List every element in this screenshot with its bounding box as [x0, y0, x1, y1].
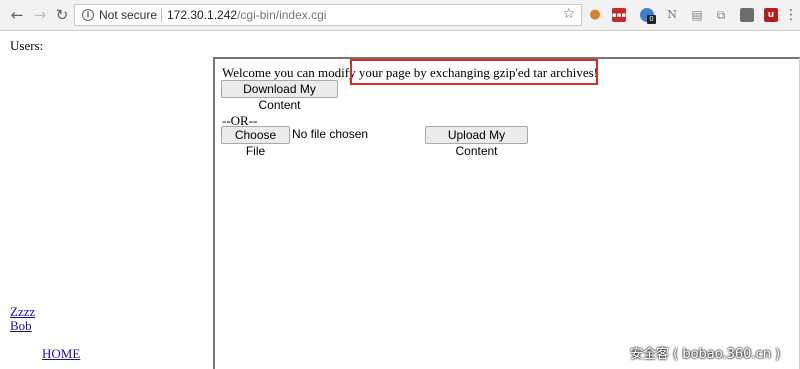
- ublock-extension-icon[interactable]: u: [764, 8, 778, 22]
- blue-extension-icon[interactable]: 0: [640, 8, 656, 24]
- download-content-button[interactable]: Download My Content: [221, 80, 338, 112]
- url-host: 172.30.1.242: [167, 8, 238, 22]
- info-icon[interactable]: i: [82, 9, 94, 21]
- user-link-bob[interactable]: Bob: [10, 318, 32, 334]
- file-status-text: No file chosen: [292, 127, 369, 141]
- browser-toolbar: ← → ↻ i Not secure 172.30.1.242/cgi-bin/…: [0, 0, 800, 31]
- watermark: 安全客 ( bobao.360.cn ): [630, 347, 781, 362]
- url-separator: [161, 8, 162, 22]
- security-label[interactable]: Not secure: [99, 8, 157, 22]
- cookie-extension-icon[interactable]: ●: [588, 8, 602, 22]
- extension-badge: 0: [647, 15, 656, 24]
- address-bar[interactable]: i Not secure 172.30.1.242/cgi-bin/index.…: [74, 4, 582, 26]
- back-icon[interactable]: ←: [8, 6, 26, 24]
- home-link[interactable]: HOME: [42, 346, 80, 362]
- tabs-extension-icon[interactable]: ⧉: [714, 8, 728, 22]
- content-frame: [213, 57, 800, 369]
- star-icon[interactable]: ☆: [562, 6, 575, 22]
- kebab-menu-icon[interactable]: ⋮: [784, 7, 798, 23]
- doc-extension-icon[interactable]: ▤: [690, 8, 704, 22]
- red-extension-icon[interactable]: ▪▪▪: [612, 8, 626, 22]
- reload-icon[interactable]: ↻: [53, 6, 71, 24]
- url-text[interactable]: 172.30.1.242/cgi-bin/index.cgi: [167, 8, 326, 22]
- upload-content-button[interactable]: Upload My Content: [425, 126, 528, 158]
- square-extension-icon[interactable]: [740, 8, 754, 22]
- forward-icon[interactable]: →: [31, 6, 49, 24]
- choose-file-button[interactable]: Choose File: [221, 126, 290, 158]
- url-path: /cgi-bin/index.cgi: [237, 8, 327, 22]
- users-label: Users:: [10, 38, 44, 53]
- highlight-annotation: [350, 59, 598, 85]
- notes-extension-icon[interactable]: N: [665, 8, 679, 22]
